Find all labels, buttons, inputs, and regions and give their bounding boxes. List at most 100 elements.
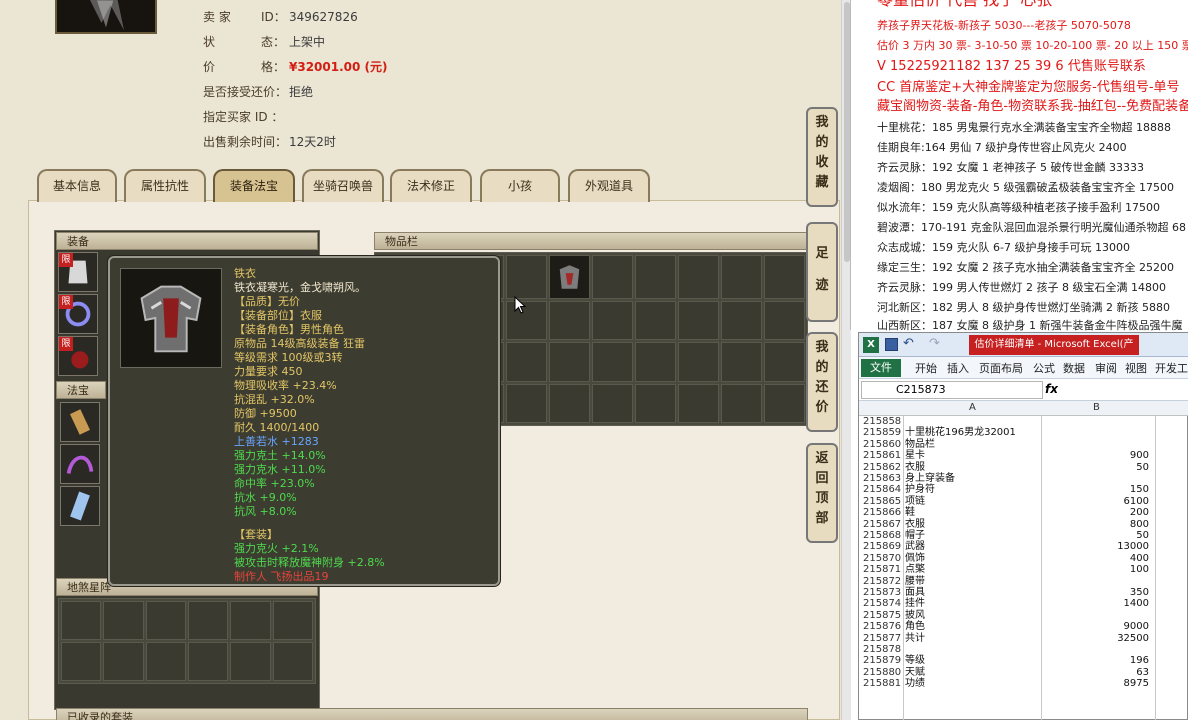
- tab-children[interactable]: 小孩: [480, 169, 560, 202]
- sheet-row[interactable]: 215858: [859, 416, 1188, 427]
- cell-b[interactable]: 196: [1049, 655, 1149, 666]
- cell-a[interactable]: 佩饰: [905, 553, 925, 564]
- fabao-slot[interactable]: [60, 402, 100, 442]
- cell-a[interactable]: 角色: [905, 621, 925, 632]
- ribbon-tab-review[interactable]: 审阅: [1095, 360, 1117, 376]
- item-slot-armor[interactable]: [549, 255, 590, 299]
- cell-a[interactable]: 护身符: [905, 484, 935, 495]
- name-box[interactable]: C215873: [861, 381, 1043, 399]
- cell-a[interactable]: 挂件: [905, 598, 925, 609]
- row-number[interactable]: 215877: [863, 633, 903, 644]
- sheet-row[interactable]: 215874 挂件 1400: [859, 598, 1188, 609]
- equip-slot[interactable]: 限: [58, 294, 98, 334]
- cell-a[interactable]: 鞋: [905, 507, 915, 518]
- tab-basic-info[interactable]: 基本信息: [37, 169, 117, 202]
- tab-mounts-pets[interactable]: 坐骑召唤兽: [302, 169, 384, 202]
- row-number[interactable]: 215876: [863, 621, 903, 632]
- row-number[interactable]: 215866: [863, 507, 903, 518]
- row-number[interactable]: 215870: [863, 553, 903, 564]
- tab-equipment[interactable]: 装备法宝: [213, 169, 295, 202]
- sheet-row[interactable]: 215859 十里桃花196男龙32001: [859, 427, 1188, 438]
- redo-icon[interactable]: ↷: [929, 336, 940, 351]
- cell-b[interactable]: 13000: [1049, 541, 1149, 552]
- footprint-button[interactable]: 足 迹: [806, 222, 838, 322]
- cell-b[interactable]: 6100: [1049, 496, 1149, 507]
- row-number[interactable]: 215861: [863, 450, 903, 461]
- row-number[interactable]: 215871: [863, 564, 903, 575]
- cell-a[interactable]: 衣服: [905, 462, 925, 473]
- sheet-row[interactable]: 215865 项链 6100: [859, 496, 1188, 507]
- row-number[interactable]: 215860: [863, 439, 903, 450]
- sheet-row[interactable]: 215864 护身符 150: [859, 484, 1188, 495]
- cell-a[interactable]: 功绩: [905, 678, 925, 689]
- ribbon-tab-home[interactable]: 开始: [915, 360, 937, 376]
- fabao-slot[interactable]: [60, 444, 100, 484]
- row-number[interactable]: 215873: [863, 587, 903, 598]
- cell-a[interactable]: 十里桃花196男龙32001: [905, 427, 1016, 438]
- cell-b[interactable]: 150: [1049, 484, 1149, 495]
- row-number[interactable]: 215858: [863, 416, 903, 427]
- sheet-row[interactable]: 215860 物品栏: [859, 439, 1188, 450]
- row-number[interactable]: 215875: [863, 610, 903, 621]
- cell-a[interactable]: 共计: [905, 633, 925, 644]
- cell-b[interactable]: 50: [1049, 462, 1149, 473]
- cell-b[interactable]: 1400: [1049, 598, 1149, 609]
- ribbon-tab-data[interactable]: 数据: [1063, 360, 1085, 376]
- sheet-row[interactable]: 215862 衣服 50: [859, 462, 1188, 473]
- sheet-row[interactable]: 215868 帽子 50: [859, 530, 1188, 541]
- sheet-row[interactable]: 215873 面具 350: [859, 587, 1188, 598]
- row-number[interactable]: 215865: [863, 496, 903, 507]
- sheet-row[interactable]: 215861 星卡 900: [859, 450, 1188, 461]
- column-header-b[interactable]: B: [1093, 402, 1100, 413]
- tab-attributes[interactable]: 属性抗性: [124, 169, 206, 202]
- sheet-row[interactable]: 215871 点檠 100: [859, 564, 1188, 575]
- sheet-row[interactable]: 215870 佩饰 400: [859, 553, 1188, 564]
- cell-a[interactable]: 面具: [905, 587, 925, 598]
- cell-a[interactable]: 披风: [905, 610, 925, 621]
- sheet-row[interactable]: 215881 功绩 8975: [859, 678, 1188, 689]
- row-number[interactable]: 215869: [863, 541, 903, 552]
- row-number[interactable]: 215880: [863, 667, 903, 678]
- row-number[interactable]: 215867: [863, 519, 903, 530]
- my-counteroffers-button[interactable]: 我 的 还 价: [806, 332, 838, 432]
- row-number[interactable]: 215874: [863, 598, 903, 609]
- back-to-top-button[interactable]: 返 回 顶 部: [806, 443, 838, 543]
- row-number[interactable]: 215879: [863, 655, 903, 666]
- cell-a[interactable]: 等级: [905, 655, 925, 666]
- sheet-row[interactable]: 215877 共计 32500: [859, 633, 1188, 644]
- ribbon-tab-file[interactable]: 文件: [861, 359, 901, 377]
- sheet-row[interactable]: 215863 身上穿装备: [859, 473, 1188, 484]
- ribbon-tab-developer[interactable]: 开发工: [1155, 360, 1188, 376]
- cell-a[interactable]: 衣服: [905, 519, 925, 530]
- cell-b[interactable]: 900: [1049, 450, 1149, 461]
- cell-a[interactable]: 星卡: [905, 450, 925, 461]
- fabao-slot[interactable]: [60, 486, 100, 526]
- fx-icon[interactable]: fx: [1045, 382, 1058, 396]
- cell-a[interactable]: 点檠: [905, 564, 925, 575]
- cell-a[interactable]: 武器: [905, 541, 925, 552]
- ribbon-tab-page-layout[interactable]: 页面布局: [979, 360, 1023, 376]
- sheet-row[interactable]: 215880 天赋 63: [859, 667, 1188, 678]
- cell-a[interactable]: 天赋: [905, 667, 925, 678]
- sheet-row[interactable]: 215872 腰带: [859, 576, 1188, 587]
- undo-icon[interactable]: ↶: [903, 336, 914, 351]
- cell-a[interactable]: 帽子: [905, 530, 925, 541]
- cell-b[interactable]: 9000: [1049, 621, 1149, 632]
- equip-slot[interactable]: 限: [58, 336, 98, 376]
- sheet-row[interactable]: 215879 等级 196: [859, 655, 1188, 666]
- ribbon-tab-formulas[interactable]: 公式: [1033, 360, 1055, 376]
- sheet-row[interactable]: 215866 鞋 200: [859, 507, 1188, 518]
- equip-slot[interactable]: 限: [58, 252, 98, 292]
- cell-b[interactable]: 200: [1049, 507, 1149, 518]
- cell-a[interactable]: 身上穿装备: [905, 473, 955, 484]
- row-number[interactable]: 215868: [863, 530, 903, 541]
- sheet-row[interactable]: 215867 衣服 800: [859, 519, 1188, 530]
- cell-a[interactable]: 项链: [905, 496, 925, 507]
- row-number[interactable]: 215862: [863, 462, 903, 473]
- cell-b[interactable]: 350: [1049, 587, 1149, 598]
- cell-b[interactable]: 32500: [1049, 633, 1149, 644]
- cell-b[interactable]: 400: [1049, 553, 1149, 564]
- cell-a[interactable]: 腰带: [905, 576, 925, 587]
- row-number[interactable]: 215863: [863, 473, 903, 484]
- row-number[interactable]: 215864: [863, 484, 903, 495]
